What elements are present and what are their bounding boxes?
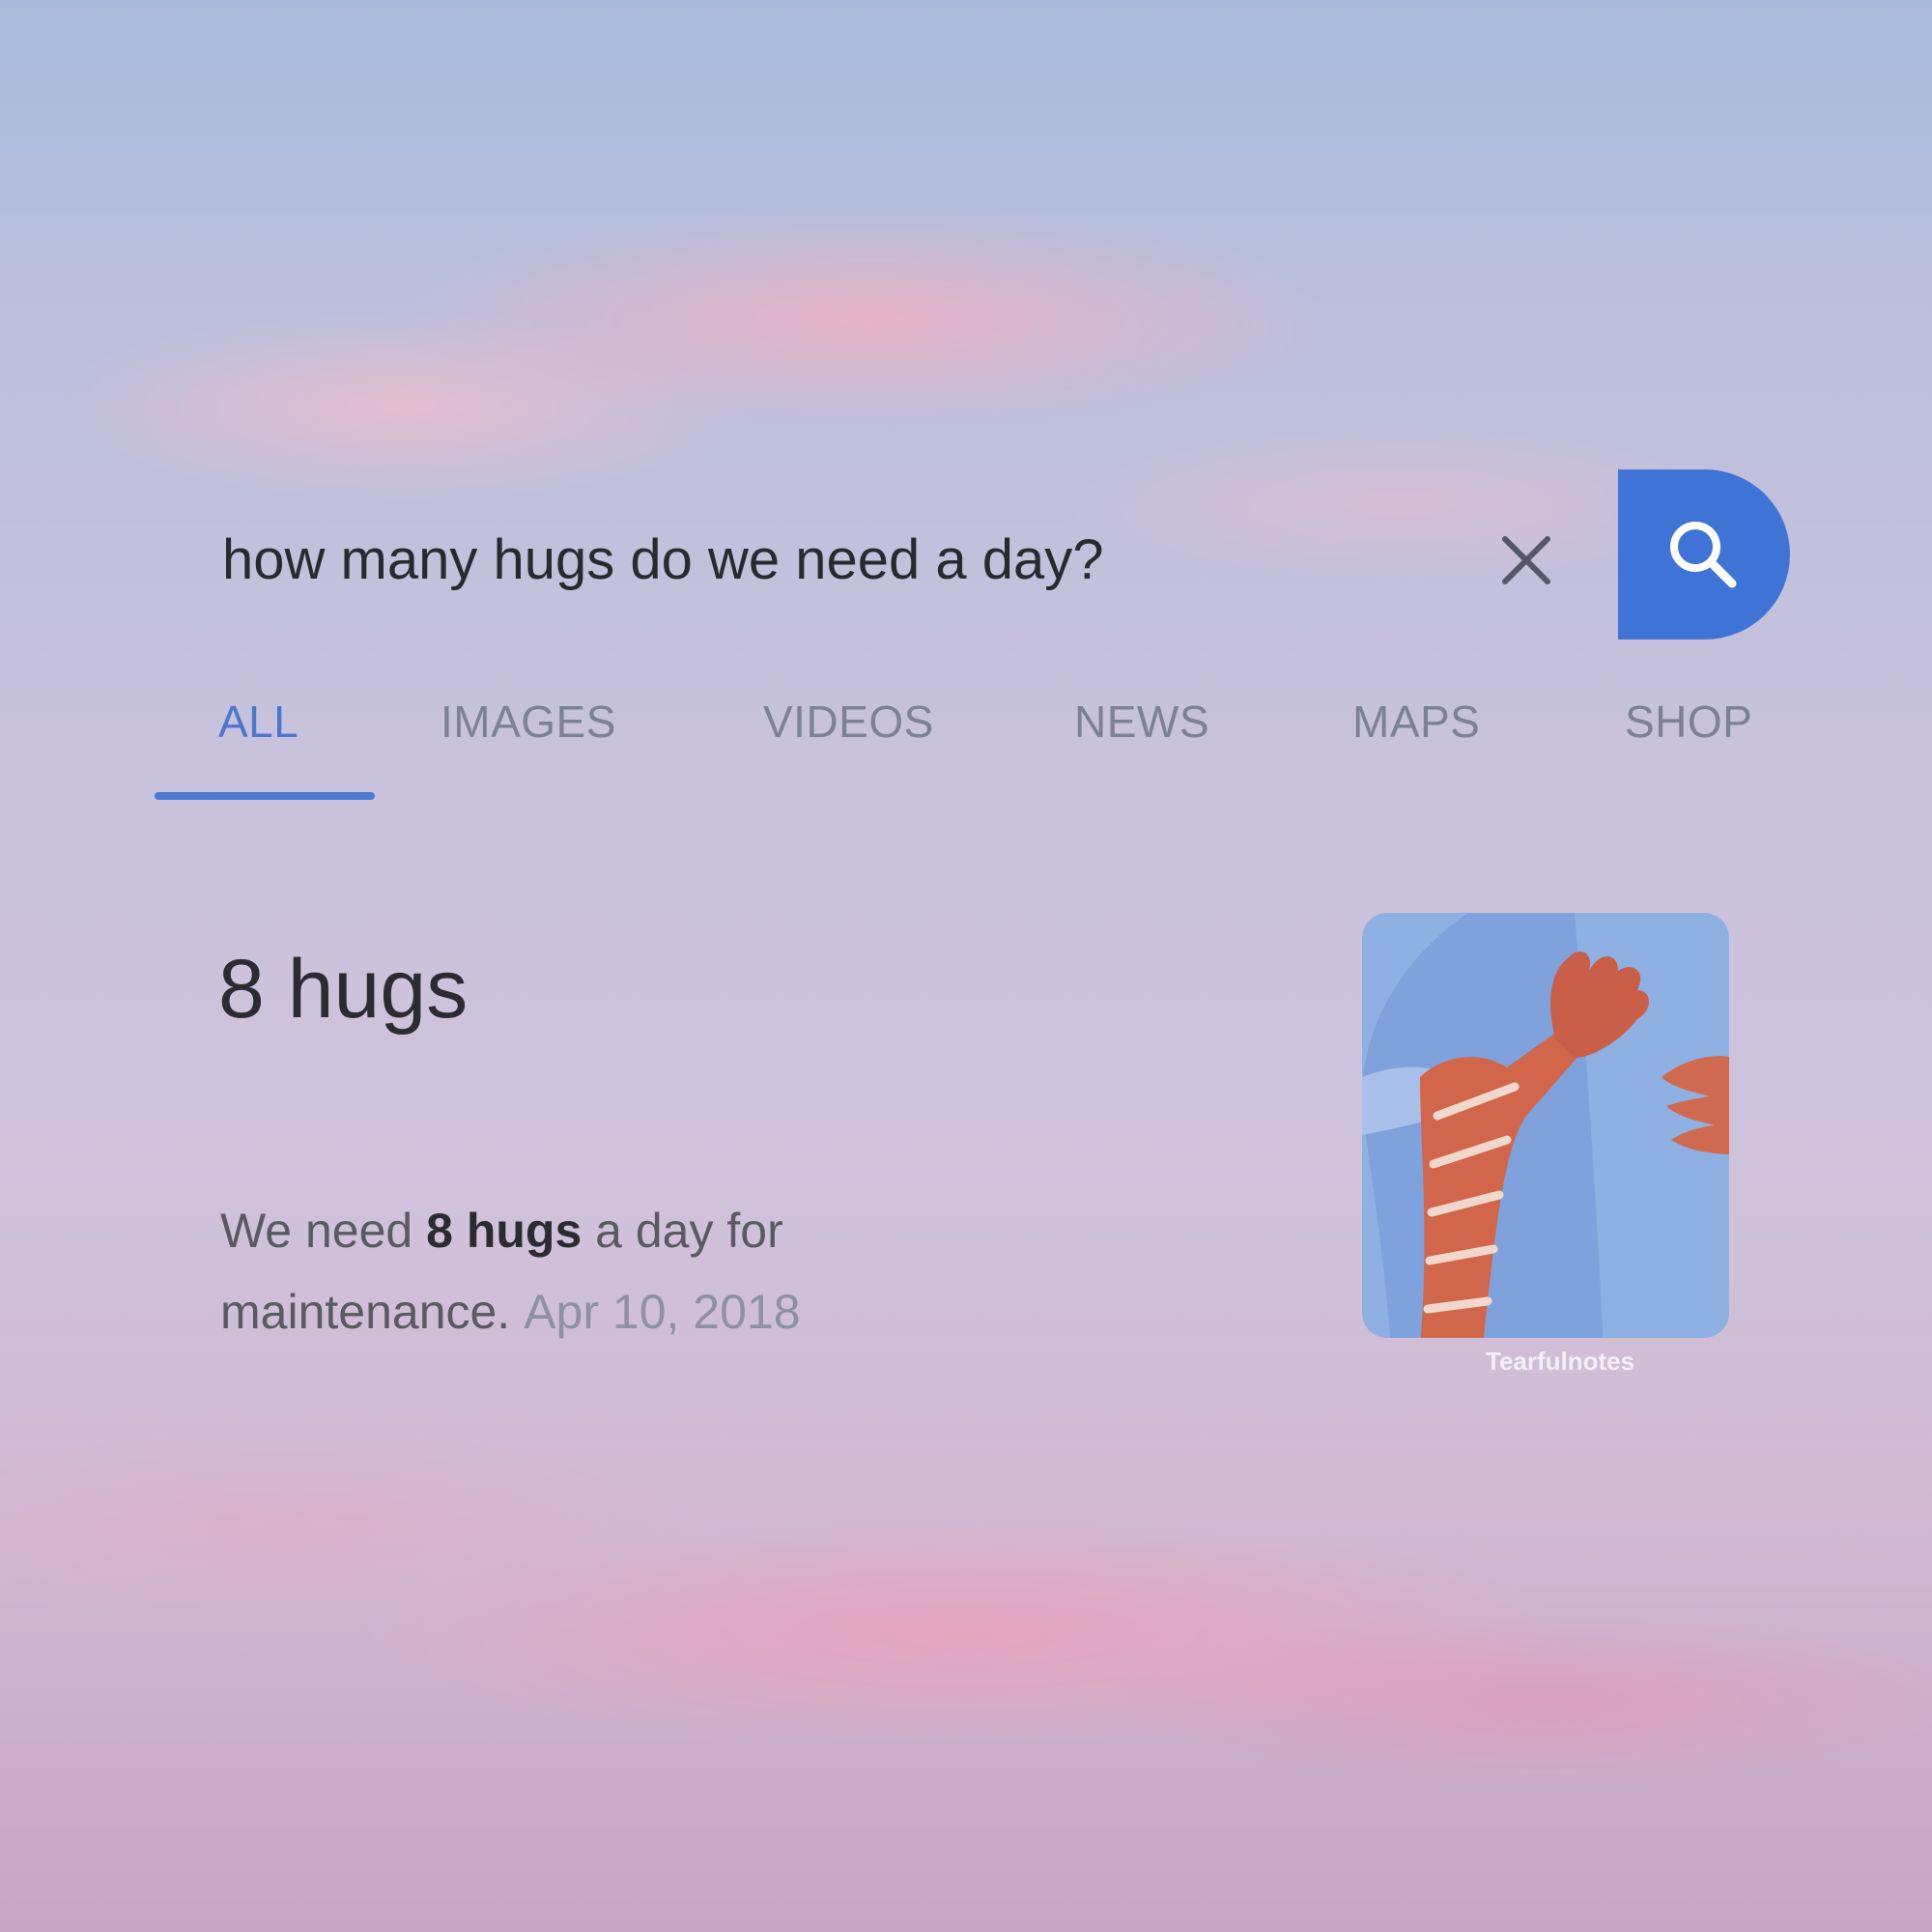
answer-date: Apr 10, 2018 bbox=[524, 1285, 801, 1339]
answer-title: 8 hugs bbox=[218, 943, 469, 1036]
search-query-text[interactable]: how many hugs do we need a day? bbox=[222, 522, 1381, 599]
tab-all[interactable]: ALL bbox=[218, 696, 298, 748]
tab-images[interactable]: IMAGES bbox=[440, 696, 616, 748]
snippet-bold: 8 hugs bbox=[426, 1204, 582, 1258]
search-icon bbox=[1670, 522, 1737, 588]
tab-news[interactable]: NEWS bbox=[1074, 696, 1209, 748]
active-tab-indicator bbox=[155, 792, 375, 800]
answer-snippet: We need 8 hugs a day for maintenance. Apr… bbox=[220, 1190, 1012, 1352]
thumbnail-watermark: Tearfulnotes bbox=[1486, 1347, 1635, 1376]
tab-shop[interactable]: SHOP bbox=[1625, 696, 1752, 748]
search-button[interactable] bbox=[1618, 469, 1790, 639]
tab-maps[interactable]: MAPS bbox=[1352, 696, 1480, 748]
close-icon[interactable] bbox=[1495, 529, 1557, 591]
snippet-text: We need bbox=[220, 1204, 427, 1258]
hug-illustration-thumbnail[interactable] bbox=[1352, 913, 1729, 1348]
tab-videos[interactable]: VIDEOS bbox=[763, 696, 934, 748]
search-tabs: ALL IMAGES VIDEOS NEWS MAPS SHOP bbox=[0, 696, 1932, 802]
